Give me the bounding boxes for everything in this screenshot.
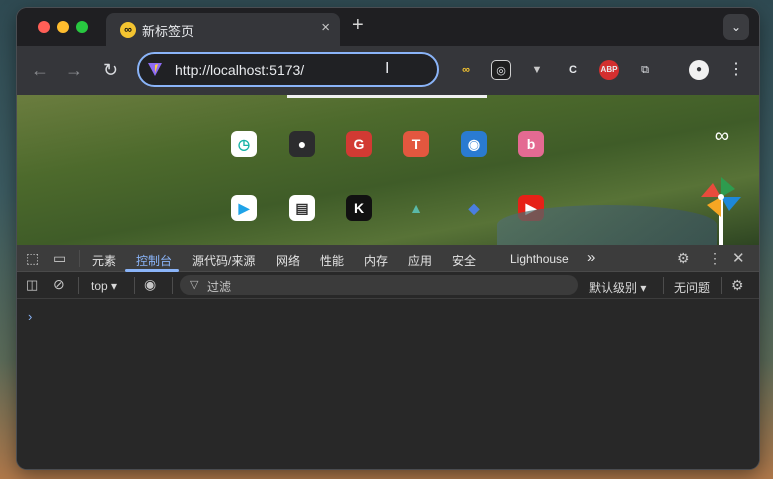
tab-sources[interactable]: 源代码/来源: [192, 252, 255, 269]
context-selector[interactable]: top ▾: [91, 279, 117, 293]
more-tabs-icon[interactable]: »: [587, 249, 595, 266]
glasses-extension-icon[interactable]: ◎: [491, 60, 511, 80]
infinity-extension-icon[interactable]: ∞: [456, 60, 476, 80]
window-close-button[interactable]: [38, 21, 50, 33]
sidebar-toggle-icon[interactable]: ◫: [26, 277, 38, 293]
filter-icon: ▽: [190, 279, 199, 291]
console-toolbar: ◫ ⊘ top ▾ ◉ ▽ 过滤 默认级别 ▾ 无问题 ⚙: [17, 272, 759, 299]
play-shortcut-icon[interactable]: ▶: [231, 195, 257, 221]
tab-new-tab[interactable]: ∞ 新标签页 ×: [106, 13, 340, 46]
divider: [172, 277, 173, 294]
clock-shortcut-icon[interactable]: ◷: [231, 131, 257, 157]
bird-shortcut-icon[interactable]: ◆: [461, 195, 487, 221]
divider: [721, 277, 722, 294]
vue-devtools-extension-icon[interactable]: ▼: [527, 60, 547, 80]
address-bar[interactable]: http://localhost:5173/ I: [137, 52, 439, 87]
infinity-logo-icon[interactable]: ∞: [715, 125, 729, 148]
filter-placeholder: 过滤: [207, 280, 232, 294]
devtools-panel: ⬚ ▭ 元素 控制台 源代码/来源 网络 性能 内存 应用 安全 Lightho…: [17, 245, 759, 469]
device-toolbar-icon[interactable]: ▭: [53, 250, 66, 267]
window-maximize-button[interactable]: [76, 21, 88, 33]
clear-console-icon[interactable]: ⊘: [53, 276, 65, 293]
window-minimize-button[interactable]: [57, 21, 69, 33]
github-shortcut-icon[interactable]: ●: [289, 131, 315, 157]
tab-title: 新标签页: [142, 24, 195, 39]
close-icon[interactable]: ×: [321, 19, 330, 36]
new-tab-page: ◷ ● G T ◉ b ▶ ▤ K ▲ ◆ ▶ ∞: [17, 95, 759, 245]
log-level-dropdown[interactable]: 默认级别 ▾: [589, 279, 646, 296]
tab-security[interactable]: 安全: [452, 252, 476, 269]
text-cursor-icon: I: [385, 60, 390, 77]
youtube-shortcut-icon[interactable]: ▶: [518, 195, 544, 221]
divider: [134, 277, 135, 294]
tab-memory[interactable]: 内存: [364, 252, 388, 269]
divider: [79, 250, 80, 267]
settings-gear-icon[interactable]: ⚙: [677, 250, 690, 267]
profile-icon[interactable]: ●: [689, 60, 709, 80]
divider: [78, 277, 79, 294]
tab-search-button[interactable]: ⌄: [723, 14, 749, 40]
divider: [663, 277, 664, 294]
mountain-shortcut-icon[interactable]: ▲: [403, 195, 429, 221]
forward-arrow-icon[interactable]: →: [65, 60, 83, 81]
url-text[interactable]: http://localhost:5173/: [175, 62, 304, 78]
tab-network[interactable]: 网络: [276, 252, 300, 269]
search-bar-edge: [287, 95, 487, 98]
vite-icon: [148, 63, 162, 76]
tab-strip: ∞ 新标签页 × + ⌄: [17, 8, 759, 46]
eye-icon[interactable]: ◉: [144, 276, 156, 293]
t-shortcut-icon[interactable]: T: [403, 131, 429, 157]
rss-shortcut-icon[interactable]: ◉: [461, 131, 487, 157]
adblock-extension-icon[interactable]: ABP: [599, 60, 619, 80]
more-menu-icon[interactable]: ⋮: [726, 60, 746, 80]
reload-icon[interactable]: ↻: [103, 60, 118, 81]
pinwheel-icon: [701, 177, 741, 217]
devtools-menu-icon[interactable]: ⋮: [708, 250, 722, 267]
tab-application[interactable]: 应用: [408, 252, 432, 269]
puzzle-extension-icon[interactable]: ⧉: [635, 60, 655, 80]
infinity-icon: ∞: [120, 22, 136, 38]
tab-performance[interactable]: 性能: [320, 252, 344, 269]
console-prompt[interactable]: ›: [28, 309, 32, 324]
tab-lighthouse[interactable]: Lighthouse: [510, 252, 569, 266]
k-shortcut-icon[interactable]: K: [346, 195, 372, 221]
toolbar: ← → ↻ http://localhost:5173/ I ∞ ◎ ▼ C A…: [17, 46, 759, 95]
new-tab-button[interactable]: +: [352, 14, 364, 37]
tab-elements[interactable]: 元素: [92, 252, 116, 269]
g-shortcut-icon[interactable]: G: [346, 131, 372, 157]
back-arrow-icon[interactable]: ←: [31, 60, 49, 81]
console-filter-input[interactable]: ▽ 过滤: [180, 275, 578, 295]
browser-window: ∞ 新标签页 × + ⌄ ← → ↻ http://localhost:5173…: [17, 8, 759, 469]
console-settings-icon[interactable]: ⚙: [731, 277, 744, 294]
bilibili-shortcut-icon[interactable]: b: [518, 131, 544, 157]
code-extension-icon[interactable]: C: [563, 60, 583, 80]
issues-counter[interactable]: 无问题: [674, 279, 710, 296]
close-devtools-icon[interactable]: ✕: [732, 249, 745, 267]
devtools-tab-bar: ⬚ ▭ 元素 控制台 源代码/来源 网络 性能 内存 应用 安全 Lightho…: [17, 245, 759, 272]
book-shortcut-icon[interactable]: ▤: [289, 195, 315, 221]
inspect-element-icon[interactable]: ⬚: [26, 250, 39, 267]
tab-console[interactable]: 控制台: [136, 252, 172, 269]
